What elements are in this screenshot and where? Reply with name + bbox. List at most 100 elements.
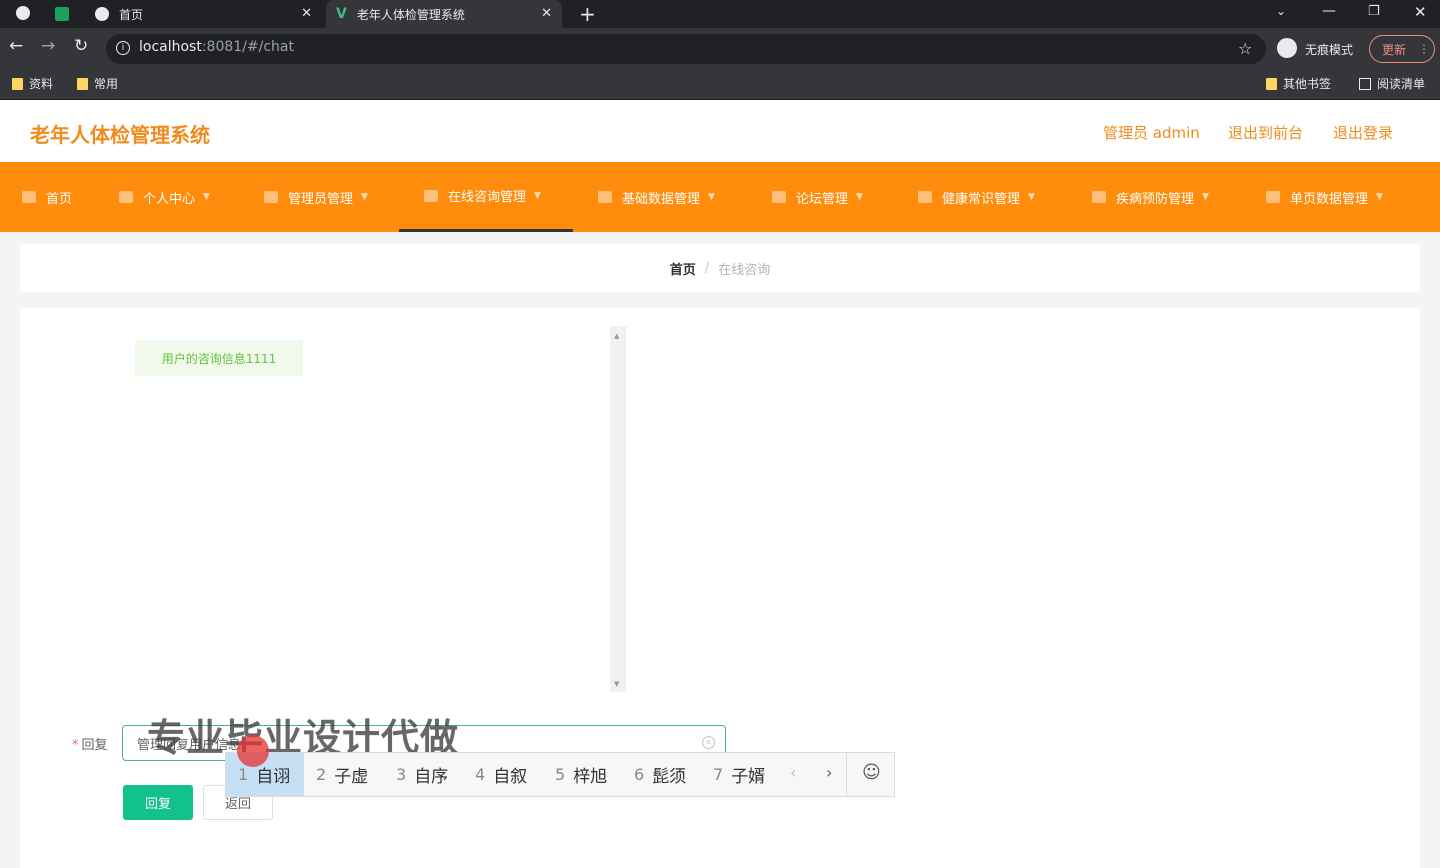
breadcrumb: 首页 / 在线咨询 — [20, 244, 1420, 292]
app-header: 老年人体检管理系统 管理员 admin 退出到前台 退出登录 — [0, 100, 1440, 162]
ime-next-page-icon[interactable]: › — [826, 763, 832, 782]
tab-search-icon[interactable]: ⌄ — [1276, 4, 1286, 18]
menu-item-health[interactable]: 健康常识管理 ▼ — [918, 162, 1035, 232]
scroll-down-icon[interactable]: ▼ — [614, 680, 619, 688]
menu-label: 单页数据管理 — [1290, 191, 1369, 207]
menu-label: 健康常识管理 — [942, 191, 1021, 207]
reading-list-icon — [1359, 77, 1371, 90]
menu-item-singlepage[interactable]: 单页数据管理 ▼ — [1266, 162, 1383, 232]
clear-input-icon[interactable]: ✕ — [702, 736, 715, 749]
url-path: :8081/#/chat — [201, 39, 294, 55]
menu-item-disease[interactable]: 疾病预防管理 ▼ — [1092, 162, 1209, 232]
minimize-icon[interactable]: — — [1322, 3, 1336, 19]
close-tab-icon[interactable]: ✕ — [301, 6, 312, 21]
chevron-down-icon: ▼ — [534, 190, 541, 201]
menu-label: 疾病预防管理 — [1116, 191, 1195, 207]
breadcrumb-separator: / — [704, 260, 710, 276]
reply-label-text: 回复 — [81, 738, 108, 753]
main-menu: 首页 个人中心 ▼ 管理员管理 ▼ 在线咨询管理 ▼ 基础数据管理 ▼ 论坛管理 ▼ 健康… — [0, 162, 1440, 232]
incognito-label: 无痕模式 — [1305, 43, 1354, 57]
front-link[interactable]: 退出到前台 — [1228, 122, 1303, 143]
chevron-down-icon: ▼ — [1028, 192, 1035, 202]
menu-label: 在线咨询管理 — [448, 190, 527, 205]
tab-app[interactable]: V 老年人体检管理系统 ✕ — [326, 0, 562, 28]
tab-title: 老年人体检管理系统 — [356, 7, 465, 22]
chevron-down-icon: ▼ — [203, 192, 210, 202]
url-text[interactable]: localhost:8081/#/chat — [139, 39, 294, 55]
chevron-down-icon: ▼ — [1202, 192, 1209, 202]
tab-home[interactable]: 首页 ✕ — [86, 0, 322, 28]
back-icon[interactable]: ← — [9, 36, 23, 56]
candidate-text: 髭须 — [652, 767, 687, 787]
ime-candidate[interactable]: 7 子婿 — [713, 753, 765, 796]
ime-divider — [846, 753, 847, 796]
candidate-text: 子婿 — [731, 767, 766, 787]
chevron-down-icon: ▼ — [856, 192, 863, 202]
vue-logo-icon: V — [336, 6, 347, 22]
chevron-down-icon: ▼ — [708, 192, 715, 202]
menu-item-forum[interactable]: 论坛管理 ▼ — [772, 162, 863, 232]
tab-title: 首页 — [119, 7, 144, 22]
menu-dots-icon: ⋮ — [1418, 42, 1431, 56]
bookmark-folder[interactable]: 资料 — [12, 75, 53, 92]
bookmark-label: 常用 — [94, 77, 119, 91]
ime-prev-page-icon[interactable]: ‹ — [790, 763, 796, 782]
emoji-icon[interactable]: ☺ — [862, 762, 881, 783]
update-label: 更新 — [1382, 42, 1407, 57]
menu-label: 基础数据管理 — [622, 191, 701, 207]
candidate-text: 自诩 — [256, 767, 291, 787]
menu-item-consult[interactable]: 在线咨询管理 ▼ — [399, 162, 573, 232]
menu-label: 个人中心 — [143, 191, 196, 207]
browser-tab-bar: 首页 ✕ V 老年人体检管理系统 ✕ + ⌄ — ❐ ✕ — [0, 0, 1440, 28]
menu-label: 首页 — [46, 191, 73, 207]
other-bookmarks[interactable]: 其他书签 — [1266, 75, 1331, 92]
bookmark-label: 资料 — [29, 77, 54, 91]
forward-icon[interactable]: → — [41, 36, 55, 56]
restore-icon[interactable]: ❐ — [1368, 4, 1380, 19]
incognito-icon[interactable] — [1277, 38, 1297, 58]
bookmark-star-icon[interactable]: ☆ — [1238, 39, 1252, 58]
site-info-icon[interactable]: i — [116, 41, 130, 55]
reload-icon[interactable]: ↻ — [74, 36, 88, 56]
ime-candidate[interactable]: 4 自叙 — [475, 753, 527, 796]
ime-candidate[interactable]: 5 梓旭 — [555, 753, 607, 796]
required-mark: * — [72, 738, 79, 753]
admin-link[interactable]: 管理员 admin — [1103, 122, 1200, 143]
reading-list[interactable]: 阅读清单 — [1359, 75, 1425, 92]
bookmark-folder[interactable]: 常用 — [77, 75, 118, 92]
disease-icon — [1092, 191, 1106, 203]
close-window-icon[interactable]: ✕ — [1414, 3, 1427, 21]
logout-link[interactable]: 退出登录 — [1333, 122, 1393, 143]
folder-icon — [12, 77, 23, 90]
reply-submit-button[interactable]: 回复 — [123, 785, 193, 820]
ime-candidate[interactable]: 3 自序 — [396, 753, 448, 796]
menu-item-admin[interactable]: 管理员管理 ▼ — [264, 162, 368, 232]
data-icon — [598, 191, 612, 203]
menu-item-home[interactable]: 首页 — [22, 162, 72, 232]
ime-candidate-window: 1 自诩 2 子虚 3 自序 4 自叙 5 梓旭 6 髭须 7 子婿 ‹ › ☺ — [225, 752, 895, 797]
chat-history[interactable] — [120, 328, 612, 690]
page-icon — [1266, 191, 1280, 203]
menu-item-basedata[interactable]: 基础数据管理 ▼ — [598, 162, 715, 232]
candidate-number: 1 — [238, 765, 249, 784]
ime-candidate[interactable]: 6 髭须 — [634, 753, 686, 796]
update-button[interactable]: 更新 ⋮ — [1369, 35, 1435, 63]
close-tab-icon[interactable]: ✕ — [541, 6, 552, 21]
scroll-up-icon[interactable]: ▲ — [614, 332, 619, 340]
chrome-profile-icon[interactable] — [16, 5, 30, 25]
new-tab-icon[interactable]: + — [579, 2, 596, 26]
breadcrumb-home[interactable]: 首页 — [670, 259, 696, 278]
candidate-number: 2 — [316, 765, 327, 784]
chat-message-bubble: 用户的咨询信息1111 — [135, 340, 303, 376]
folder-icon — [1266, 77, 1277, 90]
candidate-text: 梓旭 — [573, 767, 608, 787]
folder-icon — [77, 77, 88, 90]
candidate-number: 6 — [634, 765, 645, 784]
app-favicon-icon[interactable] — [55, 7, 69, 21]
chat-scrollbar[interactable]: ▲ ▼ — [610, 326, 626, 692]
bookmark-label: 其他书签 — [1283, 77, 1332, 91]
breadcrumb-current: 在线咨询 — [718, 262, 771, 278]
chevron-down-icon: ▼ — [1376, 192, 1383, 202]
ime-candidate[interactable]: 2 子虚 — [316, 753, 368, 796]
menu-item-profile[interactable]: 个人中心 ▼ — [119, 162, 210, 232]
